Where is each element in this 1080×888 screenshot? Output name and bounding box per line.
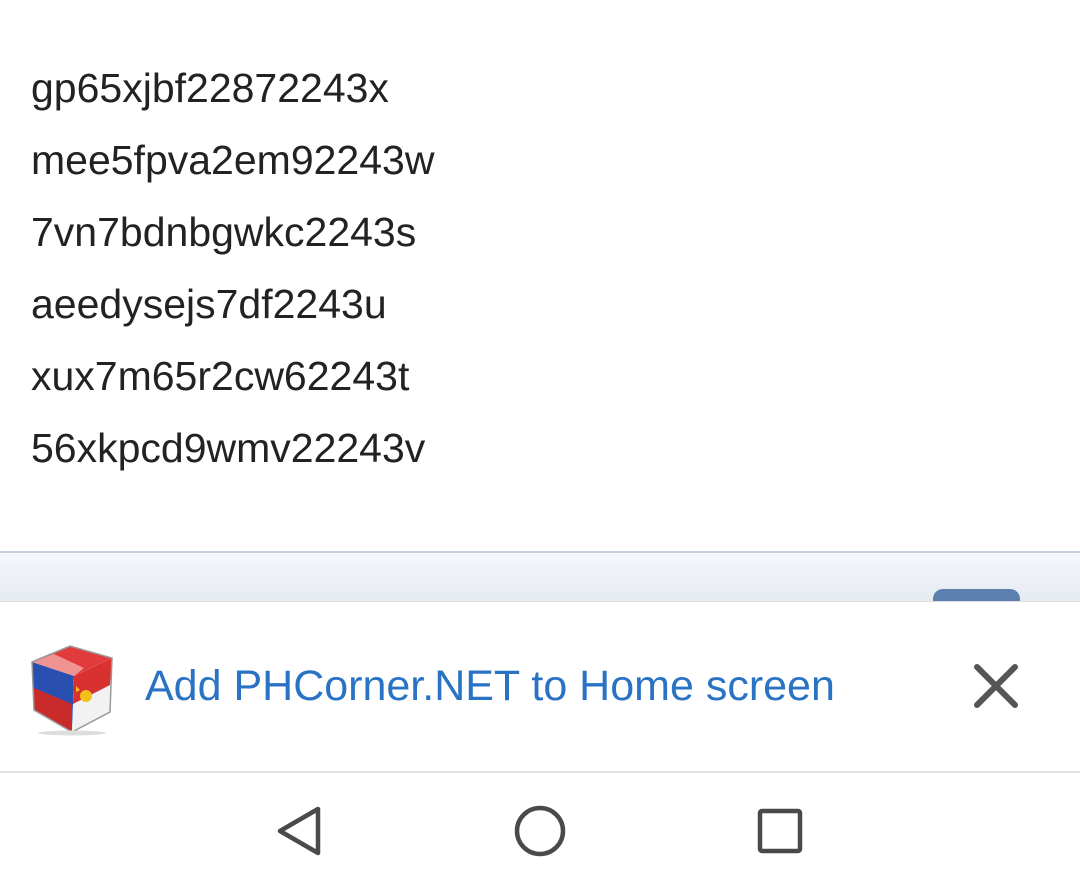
code-item-1: gp65xjbf22872243x xyxy=(31,65,389,111)
back-triangle-icon[interactable] xyxy=(270,801,330,861)
code-item-6: 56xkpcd9wmv22243v xyxy=(31,425,426,471)
system-nav-bar xyxy=(0,771,1080,888)
banner-text[interactable]: Add PHCorner.NET to Home screen xyxy=(145,660,835,712)
browser-page: gp65xjbf22872243x mee5fpva2em92243w 7vn7… xyxy=(0,0,1080,888)
code-item-2: mee5fpva2em92243w xyxy=(31,137,435,183)
home-circle-icon[interactable] xyxy=(510,801,570,861)
code-item-4: aeedysejs7df2243u xyxy=(31,281,387,327)
code-item-3: 7vn7bdnbgwkc2243s xyxy=(31,209,417,255)
code-list: gp65xjbf22872243x mee5fpva2em92243w 7vn7… xyxy=(31,52,434,484)
recents-square-icon[interactable] xyxy=(750,801,810,861)
close-icon[interactable] xyxy=(966,656,1026,716)
phcorner-logo-icon xyxy=(31,645,113,736)
page-form-strip xyxy=(0,551,1080,609)
add-to-home-screen-banner[interactable]: Add PHCorner.NET to Home screen xyxy=(0,601,1080,771)
code-item-5: xux7m65r2cw62243t xyxy=(31,353,410,399)
